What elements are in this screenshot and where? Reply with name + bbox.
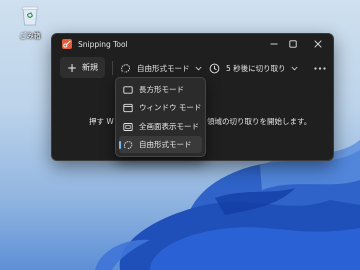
menu-item-label: 長方形モード — [139, 85, 184, 94]
selection-indicator — [119, 141, 121, 149]
instruction-text-end: 領域の切り取りを開始します。 — [207, 117, 312, 126]
window-title: Snipping Tool — [78, 39, 128, 49]
minimize-icon — [270, 43, 278, 45]
close-button[interactable] — [307, 34, 329, 54]
recycle-bin-icon — [21, 6, 39, 26]
more-options-button[interactable] — [310, 58, 330, 78]
maximize-button[interactable] — [282, 34, 304, 54]
timer-icon — [209, 63, 220, 73]
freeform-snip-icon — [123, 140, 133, 149]
rectangle-snip-icon — [123, 85, 133, 94]
fullscreen-snip-icon — [123, 122, 133, 131]
recycle-bin-label: ごみ箱 — [19, 32, 41, 40]
maximize-icon — [289, 40, 297, 48]
menu-item-label: ウィンドウ モード — [139, 103, 202, 112]
menu-item-rectangle-mode[interactable]: 長方形モード — [119, 81, 202, 98]
freeform-snip-icon — [121, 63, 131, 73]
menu-item-fullscreen-mode[interactable]: 全画面表示モード — [119, 118, 202, 135]
snip-mode-menu: 長方形モード ウィンドウ モード 全画面表示モード 自由形式モード — [115, 77, 206, 157]
menu-item-label: 全画面表示モード — [139, 122, 199, 131]
chevron-down-icon — [194, 66, 202, 70]
menu-item-freeform-mode[interactable]: 自由形式モード — [119, 136, 202, 153]
delay-dropdown[interactable]: 5 秒後に切り取り — [209, 58, 298, 78]
snip-mode-dropdown[interactable]: 自由形式モード — [120, 58, 202, 78]
new-button[interactable]: + 新規 — [60, 57, 105, 78]
title-bar: Snipping Tool — [52, 34, 333, 54]
instruction-text-start: 押す W — [89, 117, 114, 126]
chevron-down-icon — [291, 66, 298, 70]
window-snip-icon — [123, 103, 133, 112]
recycle-bin-desktop-icon[interactable]: ごみ箱 — [12, 4, 48, 41]
more-dots-icon — [314, 66, 326, 70]
snipping-tool-icon — [62, 39, 72, 49]
snip-mode-label: 自由形式モード — [137, 63, 190, 73]
menu-item-window-mode[interactable]: ウィンドウ モード — [119, 99, 202, 116]
menu-item-label: 自由形式モード — [139, 140, 192, 149]
delay-label: 5 秒後に切り取り — [226, 63, 286, 73]
close-icon — [314, 40, 322, 48]
toolbar-divider — [112, 61, 113, 75]
new-button-label: 新規 — [82, 63, 99, 72]
plus-icon: + — [66, 60, 78, 75]
